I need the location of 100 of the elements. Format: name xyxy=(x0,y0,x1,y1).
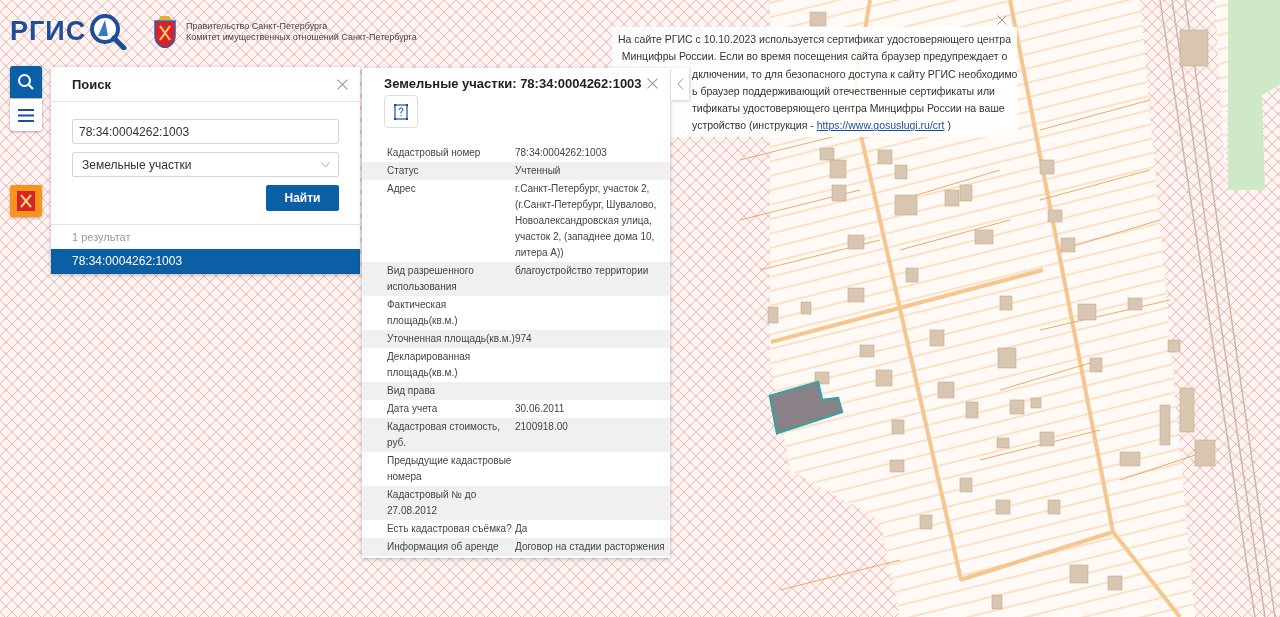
magnifier-logo-icon xyxy=(88,12,129,50)
building xyxy=(919,514,933,530)
building xyxy=(877,149,893,165)
building xyxy=(889,459,905,473)
building xyxy=(1179,29,1209,67)
attribute-label: Предыдущие кадастровые номера xyxy=(387,454,513,484)
menu-icon xyxy=(18,108,34,122)
attribute-label: Адрес xyxy=(387,182,417,196)
building xyxy=(1047,499,1061,515)
building xyxy=(859,344,875,358)
close-icon xyxy=(337,78,348,90)
building xyxy=(875,369,893,387)
attribute-value: 2100918.00 xyxy=(515,420,569,434)
attribute-value: Учтенный xyxy=(515,164,562,178)
building xyxy=(929,329,945,347)
building xyxy=(959,184,973,202)
attribute-value: 78:34:0004262:1003 xyxy=(515,146,608,160)
building xyxy=(1009,399,1025,415)
building xyxy=(1119,451,1141,467)
building xyxy=(1107,575,1123,591)
building xyxy=(814,371,830,385)
close-button[interactable] xyxy=(645,76,660,91)
building xyxy=(937,381,955,399)
organization-name: Комитет имущественных отношений Санкт-Петербурга xyxy=(186,32,417,43)
building xyxy=(1077,303,1097,321)
building xyxy=(1167,339,1181,353)
building xyxy=(1039,431,1055,447)
building xyxy=(831,184,847,202)
building xyxy=(847,234,865,250)
attribute-value: 974 xyxy=(515,332,533,346)
building xyxy=(1194,439,1216,467)
building xyxy=(894,194,918,216)
attribute-label: Кадастровый номер xyxy=(387,146,482,160)
building xyxy=(905,267,919,283)
menu-button[interactable] xyxy=(10,99,42,131)
building xyxy=(995,499,1011,515)
panel-title: Поиск xyxy=(72,76,111,92)
attribute-label: Дата учета xyxy=(387,402,439,416)
building xyxy=(1127,297,1143,311)
find-button[interactable]: Найти xyxy=(266,185,339,211)
attribute-label: Вид разрешенного использования xyxy=(387,264,475,294)
notice-text: устройство (инструкция - https://www.gosuslugi.ru/crt ) xyxy=(692,118,951,134)
chevron-left-icon xyxy=(676,78,684,90)
building xyxy=(894,164,908,180)
category-dropdown[interactable]: Земельные участки xyxy=(72,152,339,177)
search-button[interactable] xyxy=(10,66,42,98)
close-icon xyxy=(647,78,658,89)
attribute-value: 30.06.2011 xyxy=(515,402,566,416)
attribute-label: Кадастровая стоимость, руб. xyxy=(387,420,502,450)
building xyxy=(1039,159,1055,175)
building xyxy=(996,437,1010,449)
close-button[interactable] xyxy=(996,14,1008,26)
building xyxy=(1069,564,1089,584)
attribute-value: Договор на стадии расторжения xyxy=(515,540,666,554)
building xyxy=(1047,209,1063,223)
emblem-button[interactable] xyxy=(10,185,42,217)
building xyxy=(944,189,960,207)
building xyxy=(965,401,979,419)
building xyxy=(991,594,1003,610)
close-icon xyxy=(997,15,1007,25)
square-question-icon xyxy=(394,103,408,120)
selected-parcel[interactable] xyxy=(768,380,844,435)
notice-text: тификаты удостоверяющего центра Минцифры России на ваше xyxy=(692,101,1005,117)
building xyxy=(767,306,779,324)
building xyxy=(974,229,994,245)
attribute-label: Уточненная площадь(кв.м.) xyxy=(387,332,515,346)
attribute-label: Статус xyxy=(387,164,420,178)
building xyxy=(1060,237,1076,253)
attribute-value: Да xyxy=(515,522,529,536)
notice-text: Минцифры России. Если во время посещения сайта браузер предупреждает о xyxy=(621,49,1008,65)
building xyxy=(829,159,847,179)
notice-text: На сайте РГИС с 10.10.2023 используется сертификат удостоверяющего центра xyxy=(618,32,1011,47)
instruction-link[interactable]: https://www.gosuslugi.ru/crt xyxy=(816,119,945,132)
building xyxy=(891,419,905,435)
parcel-info-button[interactable] xyxy=(384,95,418,128)
attribute-label: Информация об аренде xyxy=(387,540,500,554)
building xyxy=(809,11,827,27)
organization-name: Правительство Санкт-Петербурга xyxy=(186,21,329,32)
notice-text: ь браузер поддерживающий отечественные сертификаты или xyxy=(692,83,995,99)
building xyxy=(847,287,865,303)
attribute-value: благоустройство территории xyxy=(515,264,650,278)
building xyxy=(800,301,812,315)
attribute-label: Вид права xyxy=(387,384,437,398)
building xyxy=(997,347,1017,369)
attribute-label: Есть кадастровая съёмка? xyxy=(387,522,513,536)
attribute-label: Декларированная площадь(кв.м.) xyxy=(387,350,472,380)
crossed-anchors-icon xyxy=(17,191,35,211)
notice-text: дключении, то для безопасного доступа к сайту РГИС необходимо xyxy=(692,66,1018,82)
search-field[interactable]: 78:34:0004262:1003 xyxy=(72,119,339,144)
building xyxy=(1179,387,1195,433)
building xyxy=(959,477,973,493)
panel-title: Земельные участки: 78:34:0004262:1003 xyxy=(384,76,642,91)
attribute-value: г.Санкт-Петербург, участок 2, (г.Санкт-Петербург, Шувалово, Новоалександровская улица, участок 2, (западнее дома 10, литера А)) xyxy=(515,182,658,260)
coat-of-arms-icon xyxy=(152,16,178,48)
building xyxy=(1159,404,1171,446)
logo-text: РГИС xyxy=(10,15,87,47)
result-item[interactable]: 78:34:0004262:1003 xyxy=(51,249,360,274)
building xyxy=(1030,397,1042,409)
search-icon xyxy=(17,73,35,91)
building xyxy=(999,295,1013,311)
